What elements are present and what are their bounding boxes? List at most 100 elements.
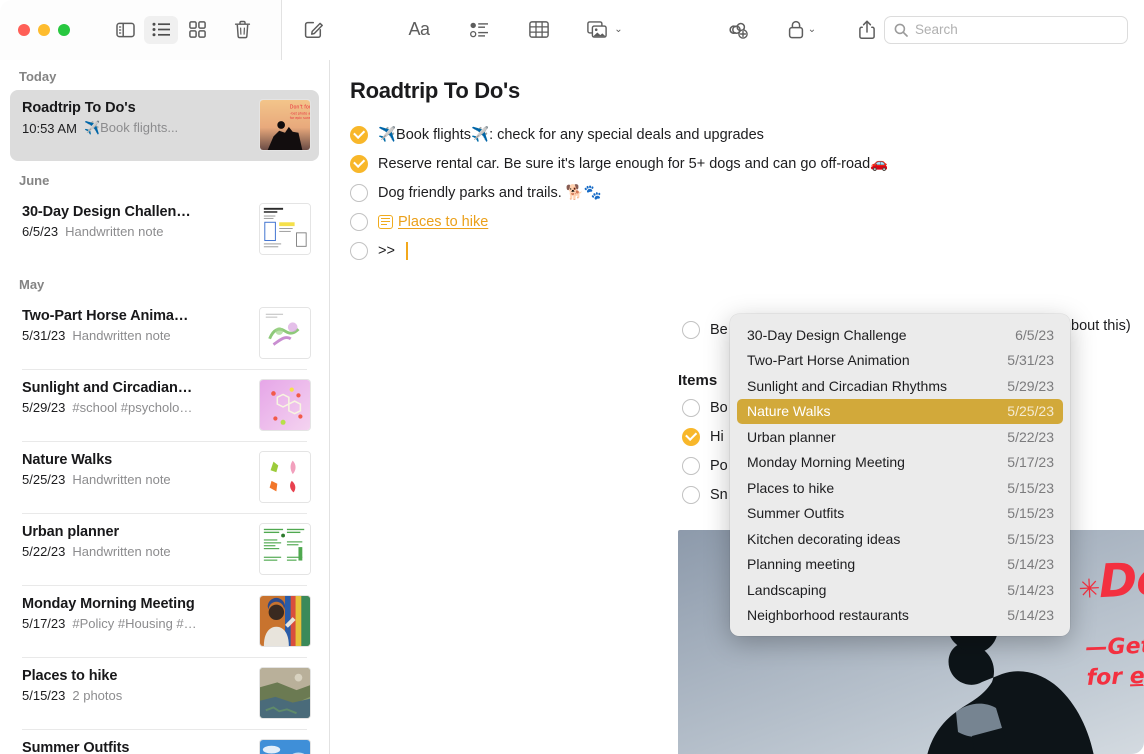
popup-item[interactable]: Urban planner5/22/23 — [737, 424, 1063, 450]
note-meta: 5/29/23 #school #psycholo… — [22, 400, 251, 415]
note-preview: #school #psycholo… — [72, 400, 192, 415]
gallery-view-button[interactable] — [180, 16, 214, 44]
sidebar-toggle-button[interactable] — [108, 16, 142, 44]
star-glyph-icon: ✳ — [1078, 574, 1100, 605]
note-checklist: ✈️Book flights✈️: check for any special … — [330, 104, 1144, 265]
checklist-item-text: Be — [710, 322, 728, 338]
checkbox-unchecked[interactable] — [682, 399, 700, 417]
note-preview: Handwritten note — [65, 224, 163, 239]
note-list-item-summer-outfits[interactable]: Summer Outfits — [10, 730, 319, 754]
formatting-tools: Aa — [402, 16, 628, 44]
share-icon — [859, 20, 875, 39]
note-date: 5/15/23 — [22, 688, 65, 703]
compose-icon — [304, 20, 323, 39]
note-link-autocomplete-popup[interactable]: 30-Day Design Challenge6/5/23 Two-Part H… — [730, 314, 1070, 636]
popup-item[interactable]: 30-Day Design Challenge6/5/23 — [737, 322, 1063, 348]
checkbox-unchecked[interactable] — [350, 184, 368, 202]
note-date: 10:53 AM — [22, 121, 77, 136]
obscured-row-tail: bout this) — [1071, 318, 1131, 334]
checkbox-checked[interactable] — [350, 126, 368, 144]
note-title: Nature Walks — [22, 452, 251, 468]
note-link-label[interactable]: Places to hike — [398, 214, 488, 230]
checklist-item[interactable]: Dog friendly parks and trails. 🐕🐾 — [350, 178, 1144, 207]
minimize-button[interactable] — [38, 24, 50, 36]
note-list-item-monday-meeting[interactable]: Monday Morning Meeting 5/17/23 #Policy #… — [10, 586, 319, 657]
note-date: 5/31/23 — [22, 328, 65, 343]
list-icon — [152, 22, 171, 37]
note-list-item-places-to-hike[interactable]: Places to hike 5/15/23 2 photos — [10, 658, 319, 729]
note-editor[interactable]: Roadtrip To Do's ✈️Book flights✈️: check… — [330, 60, 1144, 754]
airplane-emoji-icon: ✈️ — [84, 120, 100, 135]
checkbox-unchecked[interactable] — [682, 457, 700, 475]
checkbox-checked[interactable] — [682, 428, 700, 446]
checkbox-unchecked[interactable] — [350, 242, 368, 260]
checkbox-unchecked[interactable] — [682, 321, 700, 339]
svg-text:for epic suns: for epic suns — [290, 116, 310, 120]
close-button[interactable] — [18, 24, 30, 36]
handwriting-note: —Get photo at this location for epic sun… — [1085, 622, 1144, 693]
lock-button[interactable]: ⌄ — [782, 16, 822, 44]
note-thumbnail — [259, 451, 311, 503]
media-button[interactable]: ⌄ — [582, 16, 628, 44]
note-list-item-design-challenge[interactable]: 30-Day Design Challen… 6/5/23 Handwritte… — [10, 194, 319, 265]
popup-item[interactable]: Planning meeting5/14/23 — [737, 552, 1063, 578]
checklist-button[interactable] — [462, 16, 496, 44]
popup-item[interactable]: Places to hike5/15/23 — [737, 475, 1063, 501]
popup-item[interactable]: Landscaping5/14/23 — [737, 577, 1063, 603]
note-thumbnail — [259, 667, 311, 719]
table-button[interactable] — [522, 16, 556, 44]
media-chevron-down-icon: ⌄ — [614, 24, 622, 35]
checkbox-unchecked[interactable] — [682, 486, 700, 504]
popup-item[interactable]: Sunlight and Circadian Rhythms5/29/23 — [737, 373, 1063, 399]
note-title: Two-Part Horse Anima… — [22, 308, 251, 324]
checkbox-checked[interactable] — [350, 155, 368, 173]
checklist-item-active[interactable]: >> — [350, 236, 1144, 265]
note-list-item-urban-planner[interactable]: Urban planner 5/22/23 Handwritten note — [10, 514, 319, 585]
note-list-item-horse-animation[interactable]: Two-Part Horse Anima… 5/31/23 Handwritte… — [10, 298, 319, 369]
note-preview: #Policy #Housing #… — [72, 616, 196, 631]
format-button[interactable]: Aa — [402, 16, 436, 44]
note-meta: 6/5/23 Handwritten note — [22, 224, 251, 239]
note-meta: 5/17/23 #Policy #Housing #… — [22, 616, 251, 631]
popup-item[interactable]: Kitchen decorating ideas5/15/23 — [737, 526, 1063, 552]
popup-item[interactable]: Summer Outfits5/15/23 — [737, 501, 1063, 527]
popup-item[interactable]: Neighborhood restaurants5/14/23 — [737, 603, 1063, 629]
note-preview: Handwritten note — [72, 328, 170, 343]
format-label: Aa — [408, 19, 429, 40]
search-placeholder: Search — [915, 22, 958, 37]
list-view-button[interactable] — [144, 16, 178, 44]
note-thumbnail: Don't forg -Get photo at for epic suns — [259, 99, 311, 151]
lock-chevron-down-icon: ⌄ — [808, 24, 816, 35]
grid-icon — [189, 21, 206, 38]
note-link-chip[interactable]: Places to hike — [378, 214, 488, 230]
checklist-item-link[interactable]: Places to hike — [350, 207, 1144, 236]
popup-item-selected[interactable]: Nature Walks5/25/23 — [737, 399, 1063, 425]
add-people-icon — [726, 21, 748, 39]
trash-icon — [234, 20, 251, 39]
share-button[interactable] — [850, 16, 884, 44]
new-note-button[interactable] — [296, 16, 330, 44]
checklist-item-text: Reserve rental car. Be sure it's large e… — [378, 155, 888, 172]
collaborate-button[interactable] — [720, 16, 754, 44]
note-list-item-roadtrip[interactable]: Roadtrip To Do's 10:53 AM ✈️Book flights… — [10, 90, 319, 161]
notes-list-sidebar[interactable]: Today Roadtrip To Do's 10:53 AM ✈️Book f… — [0, 60, 330, 754]
checklist-item[interactable]: Reserve rental car. Be sure it's large e… — [350, 149, 1144, 178]
note-icon — [378, 215, 393, 229]
checkbox-unchecked[interactable] — [350, 213, 368, 231]
note-title: Sunlight and Circadian… — [22, 380, 251, 396]
note-date: 5/22/23 — [22, 544, 65, 559]
notes-window: Aa — [0, 0, 1144, 754]
checklist-item[interactable]: ✈️Book flights✈️: check for any special … — [350, 120, 1144, 149]
note-list-item-sunlight-circadian[interactable]: Sunlight and Circadian… 5/29/23 #school … — [10, 370, 319, 441]
toolbar: Aa — [0, 0, 1144, 60]
toolbar-sidebar-section — [0, 0, 282, 60]
search-input[interactable]: Search — [884, 16, 1128, 44]
popup-item[interactable]: Two-Part Horse Animation5/31/23 — [737, 348, 1063, 374]
delete-note-button[interactable] — [225, 16, 259, 44]
popup-item[interactable]: Monday Morning Meeting5/17/23 — [737, 450, 1063, 476]
note-title: 30-Day Design Challen… — [22, 204, 251, 220]
note-list-item-nature-walks[interactable]: Nature Walks 5/25/23 Handwritten note — [10, 442, 319, 513]
note-meta: 10:53 AM ✈️Book flights... — [22, 120, 251, 136]
zoom-button[interactable] — [58, 24, 70, 36]
table-icon — [529, 21, 549, 38]
